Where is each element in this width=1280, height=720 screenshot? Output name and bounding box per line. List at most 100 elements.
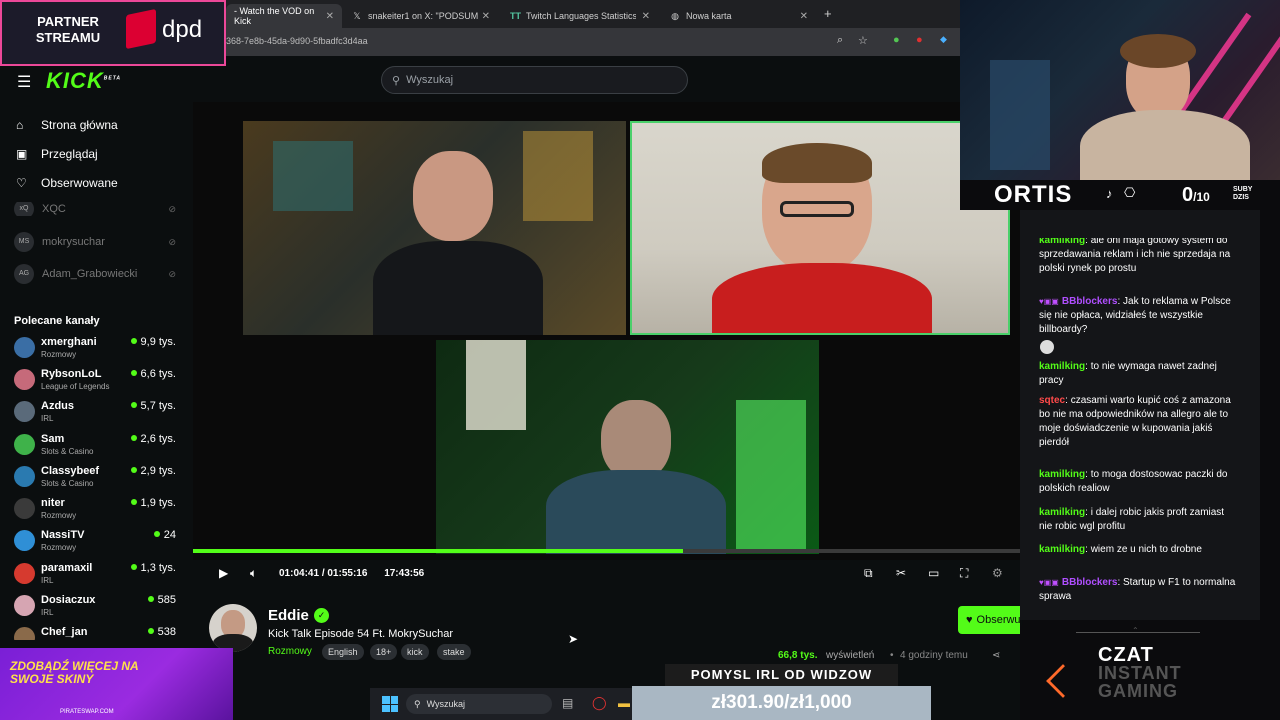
- taskbar-search[interactable]: ⚲ Wyszukaj: [406, 694, 552, 714]
- x-icon: 𝕏: [353, 11, 361, 21]
- chat-username[interactable]: BBblockers: [1062, 577, 1118, 588]
- seek-bar-fill: [193, 549, 684, 553]
- share-icon[interactable]: ⋖: [992, 650, 1000, 661]
- recommended-channel[interactable]: xmerghani Rozmowy 9,9 tys.: [14, 336, 176, 366]
- fullscreen-icon[interactable]: ⛶: [960, 566, 968, 581]
- recommended-channel[interactable]: paramaxil IRL 1,3 tys.: [14, 562, 176, 592]
- recommended-channel[interactable]: Dosiaczux IRL 585: [14, 594, 176, 624]
- separator-dot: •: [890, 650, 894, 661]
- extension-icon[interactable]: ●: [893, 34, 900, 46]
- viewer-count: 24: [153, 529, 176, 541]
- avatar: [14, 498, 35, 519]
- task-view-icon[interactable]: ▤: [562, 696, 573, 710]
- clip-icon[interactable]: ✂: [896, 566, 906, 580]
- followed-channel[interactable]: xQ XQC ⊘: [14, 202, 176, 216]
- bookmark-star-icon[interactable]: ☆: [858, 34, 868, 47]
- followed-channel[interactable]: AG Adam_Grabowiecki ⊘: [14, 264, 176, 284]
- close-icon[interactable]: ✕: [642, 11, 650, 22]
- nav-label: Strona główna: [41, 118, 118, 132]
- irl-goal-title: POMYSL IRL OD WIDZOW: [665, 664, 898, 686]
- channel-category: Rozmowy: [41, 350, 77, 359]
- recommended-channel[interactable]: Azdus IRL 5,7 tys.: [14, 400, 176, 430]
- recommended-channel[interactable]: Classybeef Slots & Casino 2,9 tys.: [14, 465, 176, 495]
- chevron-up-icon[interactable]: ⌃: [1132, 626, 1139, 635]
- chat-username[interactable]: kamilking: [1039, 507, 1085, 518]
- recommended-channel[interactable]: RybsonLoL League of Legends 6,6 tys.: [14, 368, 176, 398]
- nav-following[interactable]: ♡ Obserwowane: [16, 176, 118, 190]
- chat-username[interactable]: sqtec: [1039, 395, 1065, 406]
- chat-message: kamilking: ale oni maja gotowy system do…: [1039, 238, 1239, 276]
- tag-chip[interactable]: English: [322, 644, 364, 660]
- browser-tab-kick[interactable]: - Watch the VOD on Kick ✕: [226, 4, 342, 28]
- tiktok-icon: ♪: [1106, 186, 1113, 201]
- browser-tab-twitch-stats[interactable]: TT Twitch Languages Statistics - Tw... ✕: [502, 4, 658, 28]
- windows-start-icon[interactable]: [382, 696, 398, 712]
- globe-icon: ◍: [671, 11, 679, 21]
- folder-icon[interactable]: ▬: [618, 696, 630, 710]
- chat-message: ♥▣▣ BBblockers: Startup w F1 to normalna …: [1039, 576, 1239, 604]
- miniplayer-icon[interactable]: ⧉: [864, 566, 873, 581]
- recommended-channel[interactable]: niter Rozmowy 1,9 tys.: [14, 497, 176, 527]
- extension-icon[interactable]: ●: [916, 34, 923, 46]
- menu-icon[interactable]: ☰: [17, 72, 31, 92]
- viewer-count-value: 6,6 tys.: [140, 368, 176, 380]
- chat-username[interactable]: kamilking: [1039, 544, 1085, 555]
- tt-icon: TT: [510, 11, 521, 21]
- avatar: [14, 369, 35, 390]
- channel-name: Dosiaczux: [41, 594, 96, 606]
- kick-logo[interactable]: KICKBETA: [46, 68, 121, 94]
- tag-chip[interactable]: stake: [437, 644, 471, 660]
- extension-icon[interactable]: ◆: [940, 34, 947, 45]
- recommended-channel[interactable]: NassiTV Rozmowy 24: [14, 529, 176, 559]
- offline-icon: ⊘: [168, 203, 176, 214]
- instant-gaming-logo-icon: [1046, 664, 1080, 698]
- viewer-count: 2,6 tys.: [130, 433, 176, 445]
- home-icon: ⌂: [16, 118, 24, 132]
- stream-title: Kick Talk Episode 54 Ft. MokrySuchar: [268, 628, 454, 640]
- chat-username[interactable]: kamilking: [1039, 361, 1085, 372]
- follow-button[interactable]: ♥ Obserwuj: [958, 606, 1023, 634]
- close-icon[interactable]: ✕: [800, 11, 808, 22]
- playback-time: 01:04:41 / 01:55:16 17:43:56: [279, 568, 424, 579]
- channel-category: Rozmowy: [41, 511, 77, 520]
- close-icon[interactable]: ✕: [326, 11, 334, 22]
- play-icon[interactable]: ▶: [219, 566, 228, 580]
- nav-home[interactable]: ⌂ Strona główna: [16, 118, 118, 132]
- viewer-count: 5,7 tys.: [130, 400, 176, 412]
- avatar: xQ: [14, 202, 34, 216]
- channel-name: Sam: [41, 433, 65, 445]
- skins-ad-text: ZDOBĄDŹ WIĘCEJ NA SWOJE SKINY: [10, 659, 139, 686]
- recommended-channel[interactable]: Sam Slots & Casino 2,6 tys.: [14, 433, 176, 463]
- channel-category: Rozmowy: [41, 543, 77, 552]
- chat-username[interactable]: BBblockers: [1062, 296, 1118, 307]
- live-dot-icon: [147, 596, 154, 602]
- viewer-count-value: 538: [157, 626, 176, 638]
- tag-chip[interactable]: kick: [401, 644, 429, 660]
- nav-browse[interactable]: ▣ Przeglądaj: [16, 147, 98, 161]
- avatar: AG: [14, 264, 34, 284]
- channel-name: Adam_Grabowiecki: [42, 268, 138, 280]
- chat-username[interactable]: kamilking: [1039, 469, 1085, 480]
- volume-icon[interactable]: 🔈︎: [250, 566, 257, 581]
- browser-tab-new[interactable]: ◍ Nowa karta ✕: [662, 4, 816, 28]
- tag-chip[interactable]: 18+: [370, 644, 398, 660]
- stream-category[interactable]: Rozmowy: [268, 646, 312, 657]
- close-icon[interactable]: ✕: [482, 11, 490, 22]
- subs-label: SUBY DZIS: [1233, 186, 1252, 202]
- recommended-channel[interactable]: Chef_janIRL538: [14, 626, 176, 640]
- theater-mode-icon[interactable]: ▭: [928, 566, 939, 580]
- streamer-name[interactable]: Eddie: [268, 607, 309, 624]
- channel-name: Classybeef: [41, 465, 100, 477]
- url-text[interactable]: 368-7e8b-45da-9d90-5fbadfc3d4aa: [226, 36, 368, 46]
- channel-name: xmerghani: [41, 336, 97, 348]
- followed-channel[interactable]: MS mokrysuchar ⊘: [14, 232, 176, 252]
- opera-icon[interactable]: ◯: [592, 695, 607, 711]
- avatar: [14, 563, 35, 584]
- new-tab-button[interactable]: +: [824, 6, 832, 21]
- zoom-icon[interactable]: ⌕: [837, 34, 843, 47]
- streamer-avatar[interactable]: [209, 604, 257, 652]
- search-input[interactable]: ⚲ Wyszukaj: [381, 66, 688, 94]
- settings-icon[interactable]: ⚙: [992, 566, 1003, 580]
- browser-tab-x[interactable]: 𝕏 snakeiter1 on X: "PODSUMOW... ✕: [344, 4, 498, 28]
- avatar: [14, 627, 35, 640]
